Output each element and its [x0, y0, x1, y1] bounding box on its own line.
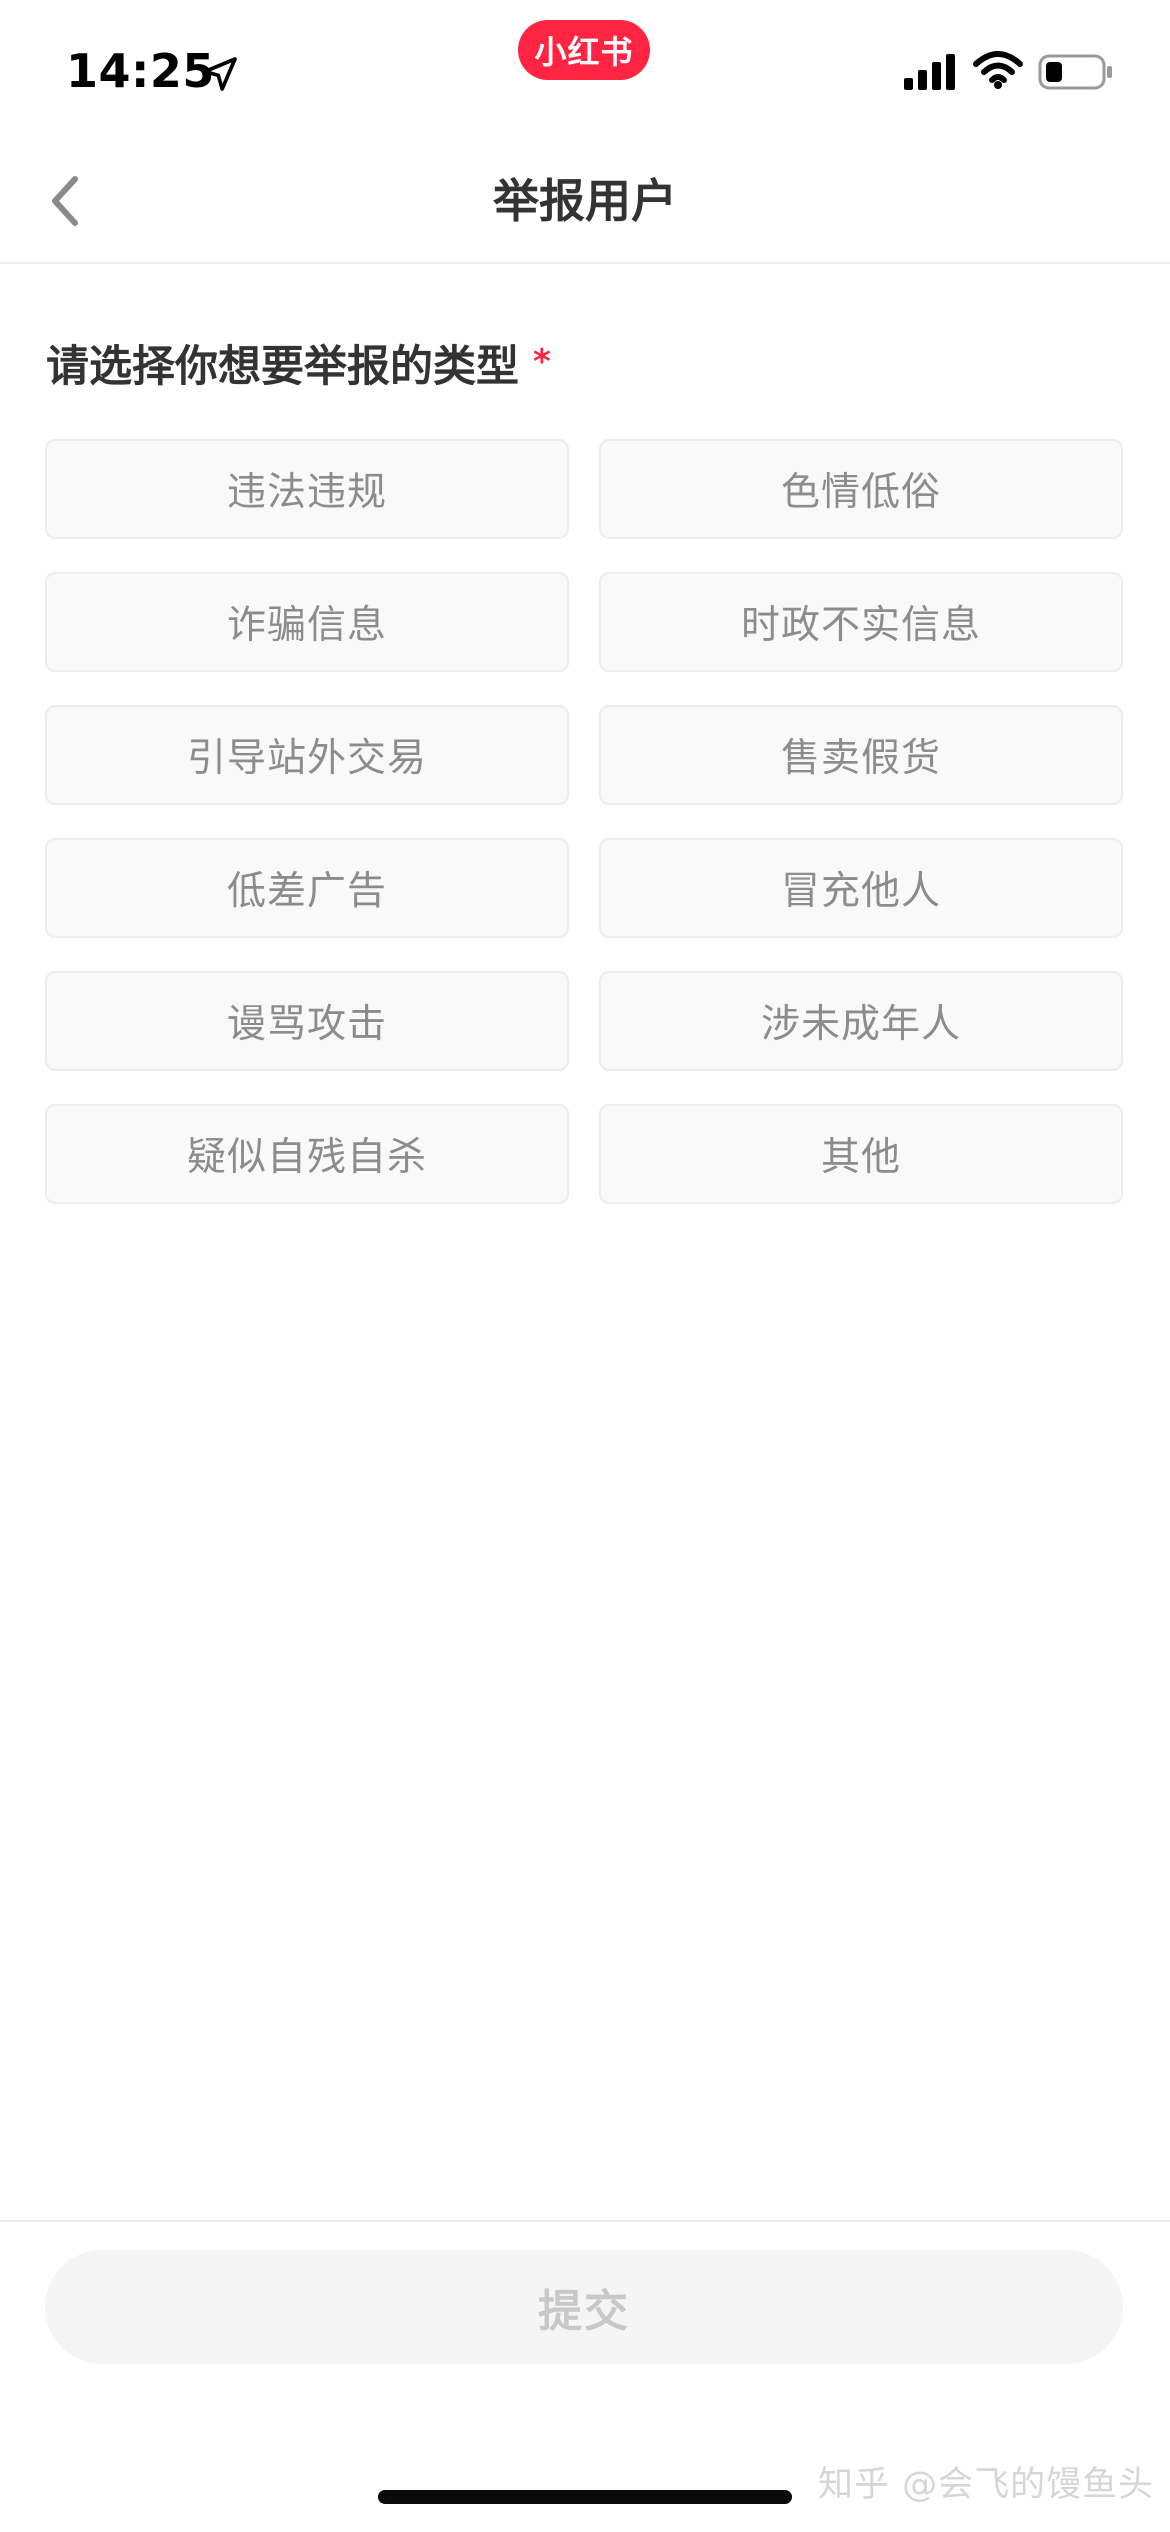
option-offsite-trading[interactable]: 引导站外交易: [45, 705, 569, 805]
footer-divider: [0, 2220, 1170, 2222]
location-arrow-icon: [203, 57, 237, 91]
prompt-label: 请选择你想要举报的类型: [46, 342, 519, 392]
submit-button[interactable]: 提交: [45, 2250, 1123, 2364]
home-indicator: [378, 2490, 792, 2504]
option-political-misinfo[interactable]: 时政不实信息: [599, 572, 1123, 672]
status-time: 14:25: [66, 44, 215, 98]
option-low-quality-ads[interactable]: 低差广告: [45, 838, 569, 938]
option-counterfeit[interactable]: 售卖假货: [599, 705, 1123, 805]
battery-icon: [1038, 54, 1112, 90]
option-impersonation[interactable]: 冒充他人: [599, 838, 1123, 938]
report-type-options: 违法违规 色情低俗 诈骗信息 时政不实信息 引导站外交易 售卖假货 低差广告 冒…: [45, 439, 1123, 1204]
watermark: 知乎 @会飞的馒鱼头: [818, 2465, 1155, 2505]
option-self-harm[interactable]: 疑似自残自杀: [45, 1104, 569, 1204]
option-minors[interactable]: 涉未成年人: [599, 971, 1123, 1071]
option-fraud[interactable]: 诈骗信息: [45, 572, 569, 672]
option-illegal[interactable]: 违法违规: [45, 439, 569, 539]
cellular-signal-icon: [904, 54, 955, 90]
option-abuse[interactable]: 谩骂攻击: [45, 971, 569, 1071]
report-type-prompt: 请选择你想要举报的类型 *: [46, 332, 551, 394]
nav-bar: 举报用户: [0, 140, 1170, 264]
page-title: 举报用户: [493, 174, 677, 228]
app-badge[interactable]: 小红书: [518, 20, 650, 80]
status-bar: 14:25 小红书: [0, 0, 1170, 140]
option-pornographic[interactable]: 色情低俗: [599, 439, 1123, 539]
option-other[interactable]: 其他: [599, 1104, 1123, 1204]
required-marker: *: [533, 342, 551, 382]
wifi-icon: [973, 51, 1023, 89]
